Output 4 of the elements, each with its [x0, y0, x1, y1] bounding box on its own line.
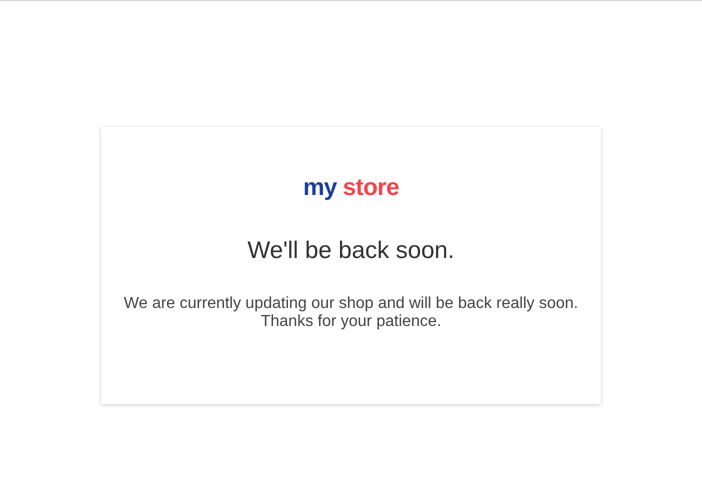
thanks-text: Thanks for your patience.: [260, 313, 442, 331]
message-text: We are currently updating our shop and will be back really soon.: [124, 295, 578, 313]
heading: We'll be back soon.: [248, 237, 454, 265]
store-logo: my store: [303, 173, 399, 203]
